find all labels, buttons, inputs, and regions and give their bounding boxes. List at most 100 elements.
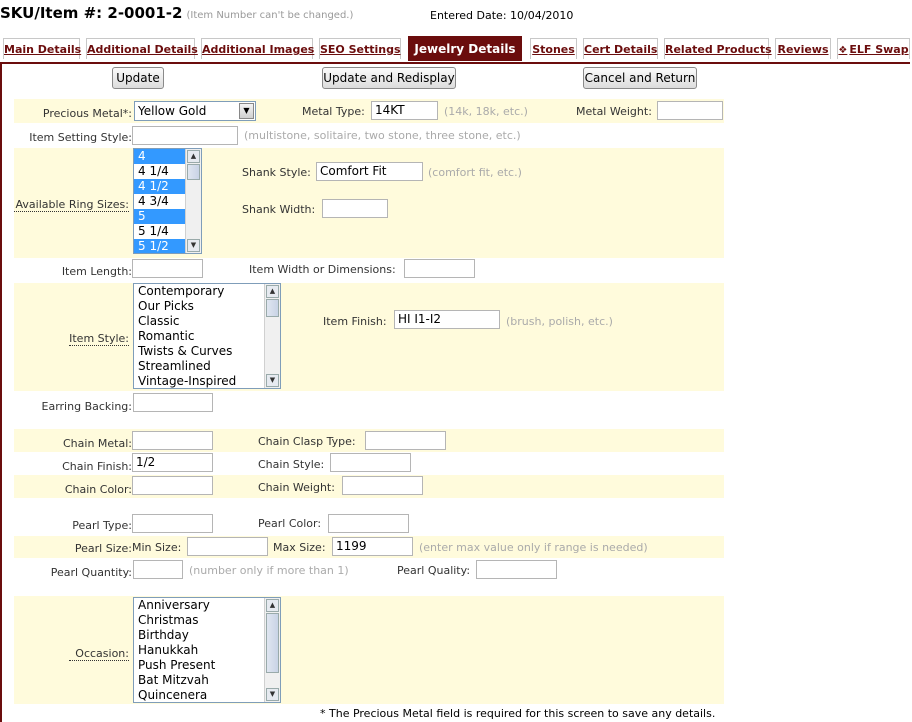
page-title: SKU/Item #: 2-0001-2 (Item Number can't b… xyxy=(0,4,353,22)
shank-style-label: Shank Style: xyxy=(242,166,311,179)
ring-sizes-listbox[interactable]: 4 4 1/4 4 1/2 4 3/4 5 5 1/4 5 1/2 ▲ ▼ xyxy=(133,148,202,254)
scroll-thumb[interactable] xyxy=(187,164,200,180)
chain-style-label: Chain Style: xyxy=(258,458,325,471)
chain-weight-input[interactable] xyxy=(342,476,423,495)
required-footnote: * The Precious Metal field is required f… xyxy=(320,707,716,720)
shank-width-label: Shank Width: xyxy=(242,203,316,216)
item-length-input[interactable] xyxy=(132,259,203,278)
chain-color-label: Chain Color: xyxy=(64,483,132,496)
item-style-scrollbar[interactable]: ▲ ▼ xyxy=(264,284,280,388)
earring-backing-label: Earring Backing: xyxy=(41,400,132,413)
chain-metal-input[interactable] xyxy=(132,431,213,450)
earring-backing-input[interactable] xyxy=(133,393,213,412)
chain-weight-label: Chain Weight: xyxy=(258,481,335,494)
precious-metal-select[interactable]: Yellow Gold ▼ xyxy=(134,101,256,121)
shank-width-input[interactable] xyxy=(322,199,388,218)
pearl-quantity-hint: (number only if more than 1) xyxy=(189,564,349,577)
pearl-quality-input[interactable] xyxy=(476,560,557,579)
metal-weight-input[interactable] xyxy=(657,101,723,120)
occasion-listbox[interactable]: Anniversary Christmas Birthday Hanukkah … xyxy=(133,597,281,703)
pearl-quantity-input[interactable] xyxy=(133,560,183,579)
sku-title: SKU/Item #: 2-0001-2 xyxy=(0,4,183,22)
occasion-option[interactable]: Birthday xyxy=(134,628,280,643)
item-finish-input[interactable]: HI I1-I2 xyxy=(394,310,500,329)
scroll-thumb[interactable] xyxy=(266,299,279,317)
setting-style-input[interactable] xyxy=(132,126,238,145)
chain-color-input[interactable] xyxy=(132,476,213,495)
scroll-down-icon[interactable]: ▼ xyxy=(187,239,200,252)
pearl-size-hint: (enter max value only if range is needed… xyxy=(419,541,648,554)
shank-style-input[interactable]: Comfort Fit xyxy=(316,162,423,181)
occasion-option[interactable]: Bat Mitzvah xyxy=(134,673,280,688)
pearl-quantity-label: Pearl Quantity: xyxy=(50,566,132,579)
tab-seo-settings[interactable]: SEO Settings xyxy=(319,38,401,59)
pearl-color-input[interactable] xyxy=(328,514,409,533)
tab-additional-details[interactable]: Additional Details xyxy=(86,38,198,59)
scroll-thumb[interactable] xyxy=(266,613,279,673)
item-finish-hint: (brush, polish, etc.) xyxy=(506,315,613,328)
scroll-down-icon[interactable]: ▼ xyxy=(266,688,279,701)
tab-bar: Main Details Additional Details Addition… xyxy=(0,36,912,63)
ring-sizes-scrollbar[interactable]: ▲ ▼ xyxy=(185,149,201,253)
item-width-label: Item Width or Dimensions: xyxy=(249,263,396,276)
elf-icon: ❖ xyxy=(838,45,848,56)
item-style-option[interactable]: Classic xyxy=(134,314,280,329)
pearl-max-input[interactable]: 1199 xyxy=(332,537,413,556)
ring-sizes-label: Available Ring Sizes: xyxy=(14,198,129,212)
occasion-option[interactable]: Push Present xyxy=(134,658,280,673)
chain-clasp-input[interactable] xyxy=(365,431,446,450)
item-style-option[interactable]: Romantic xyxy=(134,329,280,344)
scroll-up-icon[interactable]: ▲ xyxy=(187,150,200,163)
chain-metal-label: Chain Metal: xyxy=(63,437,132,450)
pearl-color-label: Pearl Color: xyxy=(258,517,322,530)
item-style-listbox[interactable]: Contemporary Our Picks Classic Romantic … xyxy=(133,283,281,389)
item-style-label: Item Style: xyxy=(69,332,129,346)
cancel-return-button[interactable]: Cancel and Return xyxy=(583,67,697,89)
pearl-type-input[interactable] xyxy=(132,514,213,533)
update-redisplay-button[interactable]: Update and Redisplay xyxy=(322,67,456,89)
occasion-option[interactable]: Quincenera xyxy=(134,688,280,702)
chevron-down-icon[interactable]: ▼ xyxy=(239,103,254,119)
item-finish-label: Item Finish: xyxy=(323,315,387,328)
tab-related-products[interactable]: Related Products xyxy=(664,38,772,59)
setting-style-label: Item Setting Style: xyxy=(29,131,132,144)
scroll-up-icon[interactable]: ▲ xyxy=(266,285,279,298)
tab-jewelry-details[interactable]: Jewelry Details xyxy=(408,36,522,61)
item-style-option[interactable]: Streamlined xyxy=(134,359,280,374)
update-button[interactable]: Update xyxy=(112,67,164,89)
tab-reviews[interactable]: Reviews xyxy=(775,38,831,59)
chain-finish-input[interactable]: 1/2 xyxy=(132,453,213,472)
item-style-option[interactable]: Contemporary xyxy=(134,284,280,299)
entered-value: 10/04/2010 xyxy=(510,9,574,22)
occasion-label: Occasion: xyxy=(69,647,129,661)
chain-finish-label: Chain Finish: xyxy=(62,460,132,473)
scroll-up-icon[interactable]: ▲ xyxy=(266,599,279,612)
tab-additional-images[interactable]: Additional Images xyxy=(201,38,314,59)
setting-style-hint: (multistone, solitaire, two stone, three… xyxy=(244,129,521,142)
pearl-type-label: Pearl Type: xyxy=(72,519,132,532)
occasion-option[interactable]: Anniversary xyxy=(134,598,280,613)
metal-type-input[interactable]: 14KT xyxy=(371,101,438,120)
chain-clasp-label: Chain Clasp Type: xyxy=(258,435,356,448)
tab-stones[interactable]: Stones xyxy=(530,38,577,59)
item-style-option[interactable]: Our Picks xyxy=(134,299,280,314)
pearl-size-label: Pearl Size: xyxy=(74,542,132,555)
pearl-min-input[interactable] xyxy=(187,537,268,556)
precious-metal-value: Yellow Gold xyxy=(138,104,207,118)
metal-type-label: Metal Type: xyxy=(302,105,365,118)
pearl-max-label: Max Size: xyxy=(273,541,326,554)
occasion-option[interactable]: Christmas xyxy=(134,613,280,628)
precious-metal-label: Precious Metal*: xyxy=(42,107,132,120)
tab-elf-swap-label: ELF Swap xyxy=(849,43,909,56)
item-style-option[interactable]: Vintage-Inspired xyxy=(134,374,280,388)
entered-date: Entered Date: 10/04/2010 xyxy=(430,9,573,22)
tab-cert-details[interactable]: Cert Details xyxy=(583,38,658,59)
tab-main-details[interactable]: Main Details xyxy=(3,38,81,59)
scroll-down-icon[interactable]: ▼ xyxy=(266,374,279,387)
item-style-option[interactable]: Twists & Curves xyxy=(134,344,280,359)
occasion-scrollbar[interactable]: ▲ ▼ xyxy=(264,598,280,702)
tab-elf-swap[interactable]: ❖ ELF Swap xyxy=(837,38,910,59)
item-width-input[interactable] xyxy=(404,259,475,278)
occasion-option[interactable]: Hanukkah xyxy=(134,643,280,658)
chain-style-input[interactable] xyxy=(330,453,411,472)
